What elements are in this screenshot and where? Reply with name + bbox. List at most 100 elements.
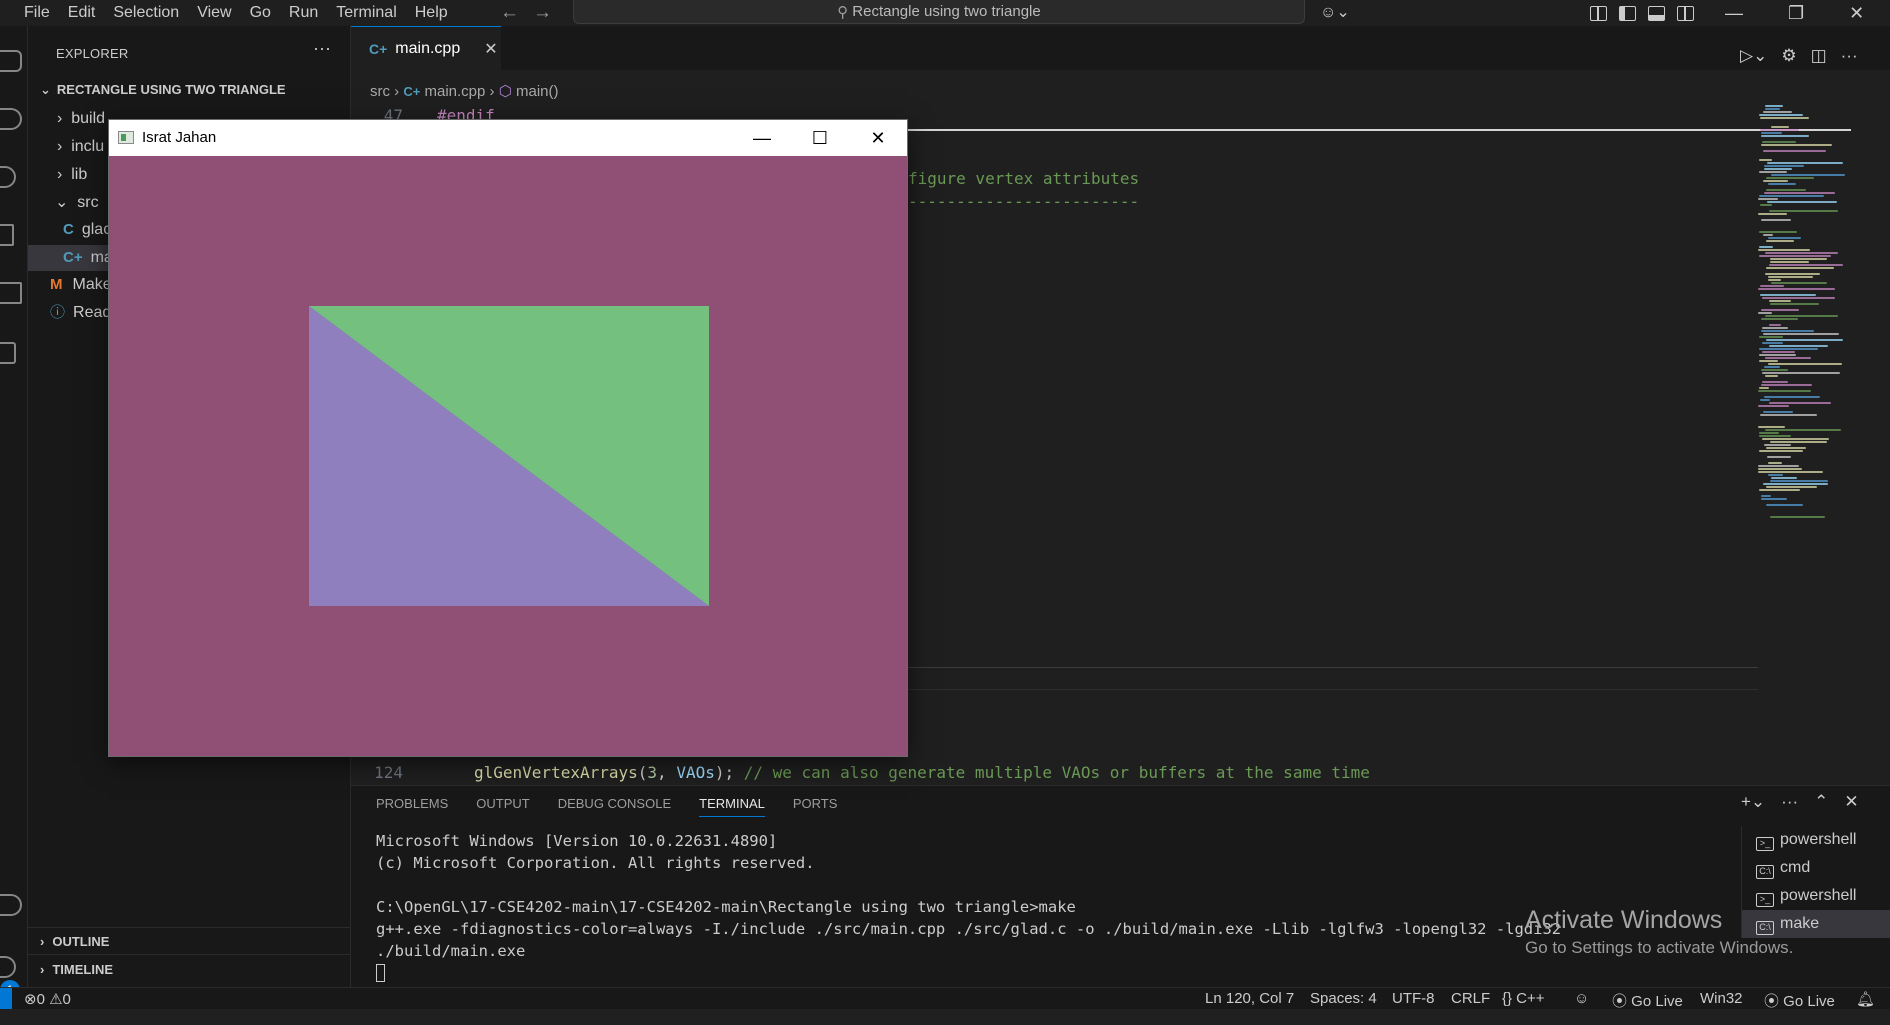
tab-output[interactable]: OUTPUT [476, 796, 529, 817]
menu-terminal[interactable]: Terminal [327, 0, 405, 26]
source-control-icon[interactable] [0, 166, 16, 188]
menu-go[interactable]: Go [241, 0, 280, 26]
go-live-button[interactable]: ⦿ Go Live [1612, 990, 1683, 1011]
terminal-item-powershell[interactable]: >_ powershell [1742, 826, 1890, 854]
toggle-sidebar-icon[interactable] [1619, 5, 1636, 21]
minimize-icon[interactable]: — [733, 120, 791, 156]
minimap-line [1765, 105, 1783, 107]
toggle-secondary-sidebar-icon[interactable] [1677, 5, 1694, 21]
minimap-line [1766, 189, 1806, 191]
more-actions-icon[interactable]: ··· [1841, 46, 1858, 66]
remote-indicator[interactable] [0, 988, 12, 1010]
indentation[interactable]: Spaces: 4 [1310, 990, 1377, 1007]
watermark-title: Activate Windows [1525, 906, 1723, 934]
tree-file-makefile[interactable]: M Make [50, 272, 112, 298]
opengl-window[interactable]: Israt Jahan — ☐ ✕ [108, 119, 908, 757]
minimap-line [1766, 267, 1834, 269]
menu-file[interactable]: File [0, 0, 59, 26]
minimap[interactable] [1758, 105, 1878, 525]
menu-selection[interactable]: Selection [104, 0, 188, 26]
close-tab-icon[interactable]: ✕ [484, 39, 497, 59]
explorer-header: EXPLORER [56, 46, 129, 61]
manage-gear-icon[interactable] [0, 956, 16, 978]
error-icon: ⊗ [24, 991, 37, 1008]
close-icon[interactable]: ✕ [849, 120, 907, 156]
account-icon[interactable] [0, 894, 22, 916]
bell-icon[interactable]: 🔔︎ [1856, 990, 1875, 1008]
minimap-line [1769, 264, 1843, 266]
tree-folder-build[interactable]: › build [57, 106, 105, 132]
minimap-line [1770, 516, 1825, 518]
minimap-line [1758, 390, 1811, 392]
minimap-line [1758, 471, 1823, 473]
platform[interactable]: Win32 [1700, 990, 1743, 1007]
minimize-icon[interactable]: — [1725, 3, 1743, 24]
minimap-line [1766, 339, 1843, 341]
terminal-output[interactable]: Microsoft Windows [Version 10.0.22631.48… [376, 830, 1561, 982]
split-editor-icon[interactable]: ◫ [1811, 46, 1827, 66]
minimap-line [1766, 447, 1806, 449]
search-view-icon[interactable] [0, 108, 22, 130]
maximize-icon[interactable]: ☐ [791, 120, 849, 156]
terminal-item-cmd[interactable]: C:\ cmd [1742, 854, 1890, 882]
maximize-panel-icon[interactable]: ⌃ [1814, 792, 1828, 812]
menu-edit[interactable]: Edit [59, 0, 105, 26]
language-mode[interactable]: {} C++ [1502, 990, 1545, 1007]
more-actions-icon[interactable]: ··· [1781, 792, 1798, 812]
tree-file-readme[interactable]: ⓘ Read [50, 300, 111, 326]
close-panel-icon[interactable]: ✕ [1844, 792, 1858, 812]
tab-label: main.cpp [395, 39, 461, 57]
restore-icon[interactable]: ❐ [1788, 3, 1804, 24]
minimap-line [1766, 504, 1803, 506]
copilot-status-icon[interactable]: ☺ [1574, 990, 1589, 1007]
minimap-line [1762, 297, 1835, 299]
encoding[interactable]: UTF-8 [1392, 990, 1435, 1007]
command-center-search[interactable]: ⚲ Rectangle using two triangle [573, 0, 1305, 24]
breadcrumb-symbol[interactable]: main() [516, 83, 559, 100]
menu-run[interactable]: Run [280, 0, 327, 26]
forward-arrow-icon[interactable]: → [533, 2, 552, 24]
tab-terminal[interactable]: TERMINAL [699, 796, 765, 817]
breadcrumb-folder[interactable]: src [370, 83, 390, 100]
menu-view[interactable]: View [188, 0, 240, 26]
cursor-position[interactable]: Ln 120, Col 7 [1205, 990, 1294, 1007]
customize-layout-icon[interactable] [1590, 5, 1607, 21]
menu-help[interactable]: Help [406, 0, 457, 26]
outline-section[interactable]: › OUTLINE [40, 934, 109, 949]
project-folder[interactable]: ⌄ RECTANGLE USING TWO TRIANGLE [40, 82, 286, 98]
tab-debug-console[interactable]: DEBUG CONSOLE [558, 796, 671, 817]
minimap-line [1764, 165, 1804, 167]
minimap-line [1758, 198, 1778, 200]
run-debug-icon[interactable] [0, 224, 14, 246]
explorer-icon[interactable] [0, 50, 22, 72]
go-live-button-2[interactable]: ⦿ Go Live [1764, 990, 1835, 1011]
title-bar: File Edit Selection View Go Run Terminal… [0, 0, 1890, 26]
toggle-panel-icon[interactable] [1648, 5, 1665, 21]
remote-explorer-icon[interactable] [0, 342, 16, 364]
minimap-line [1770, 258, 1827, 260]
window-title: Israt Jahan [142, 129, 217, 146]
extensions-icon[interactable] [0, 282, 22, 304]
tree-folder-include[interactable]: › inclu [57, 134, 104, 160]
tab-ports[interactable]: PORTS [793, 796, 838, 817]
tree-file-glad[interactable]: Cglac [63, 217, 111, 243]
close-icon[interactable]: ✕ [1849, 3, 1864, 24]
tab-problems[interactable]: PROBLEMS [376, 796, 448, 817]
run-code-icon[interactable]: ▷⌄ [1740, 46, 1767, 66]
copilot-icon[interactable]: ☺⌄ [1320, 2, 1350, 22]
new-terminal-icon[interactable]: +⌄ [1741, 792, 1765, 812]
opengl-title-bar[interactable]: Israt Jahan — ☐ ✕ [109, 120, 907, 156]
tree-folder-lib[interactable]: › lib [57, 162, 87, 188]
line-ending[interactable]: CRLF [1451, 990, 1490, 1007]
breadcrumb-file[interactable]: main.cpp [425, 83, 486, 100]
timeline-section[interactable]: › TIMELINE [40, 962, 113, 977]
tab-main-cpp[interactable]: C+ main.cpp ✕ [351, 26, 501, 70]
more-actions-icon[interactable]: ··· [313, 38, 331, 59]
tree-folder-src[interactable]: ⌄ src [55, 190, 99, 216]
minimap-line [1761, 495, 1771, 497]
minimap-line [1764, 396, 1820, 398]
back-arrow-icon[interactable]: ← [500, 2, 519, 24]
problems-indicator[interactable]: ⊗0 ⚠0 [24, 990, 71, 1008]
settings-gear-icon[interactable]: ⚙ [1781, 46, 1796, 66]
panel-actions: +⌄ ··· ⌃ ✕ [1741, 792, 1859, 812]
